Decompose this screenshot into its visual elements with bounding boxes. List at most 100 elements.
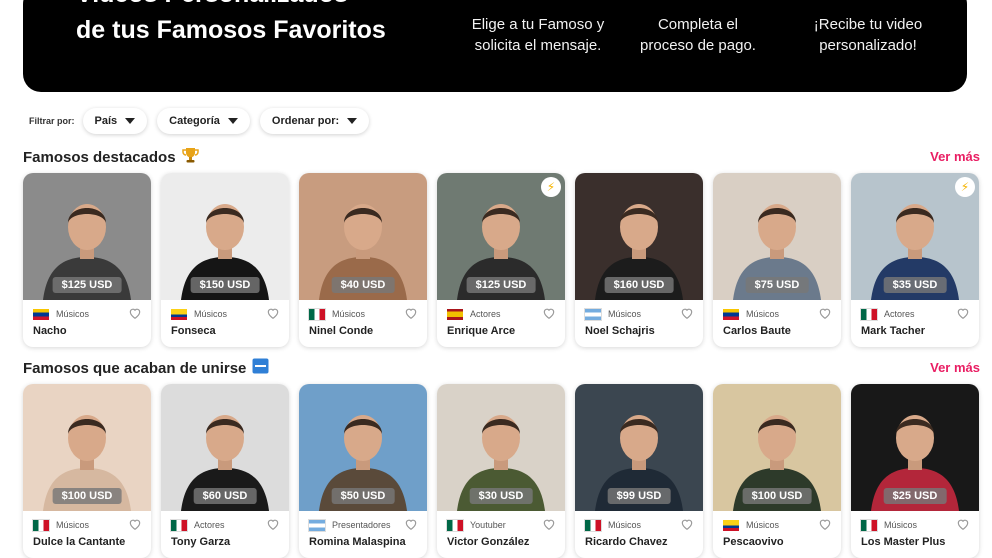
celebrity-name: Ninel Conde [309,325,374,337]
price-badge: $30 USD [469,488,533,504]
hero-step-1: Elige a tu Famoso y solicita el mensaje. [471,16,605,54]
celebrity-name: Dulce la Cantante [33,536,126,548]
celebrity-photo[interactable]: $50 USD [299,384,427,511]
celebrity-photo[interactable]: $40 USD [299,173,427,300]
card-meta: Músicos [723,307,779,321]
sort-dropdown[interactable]: Ordenar por: [259,108,370,134]
new-row: $100 USD Músicos Dulce la Cantante $60 USD A… [23,384,992,558]
featured-row: $125 USD Músicos Nacho $150 USD Músicos Fonse… [23,173,992,347]
celebrity-card[interactable]: $125 USD ⚡ Actores Enrique Arce [437,173,565,347]
see-more-featured-link[interactable]: Ver más [930,149,980,164]
celebrity-card[interactable]: $25 USD Músicos Los Master Plus [851,384,979,558]
celebrity-name: Carlos Baute [723,325,791,337]
celebrity-photo[interactable]: $35 USD ⚡ [851,173,979,300]
see-more-new-link[interactable]: Ver más [930,360,980,375]
card-meta: Músicos [33,307,89,321]
price-badge: $60 USD [193,488,257,504]
celebrity-card[interactable]: $100 USD Músicos Dulce la Cantante [23,384,151,558]
heart-icon[interactable] [404,517,418,531]
heart-icon[interactable] [956,517,970,531]
celebrity-photo[interactable]: $125 USD ⚡ [437,173,565,300]
section-title: Famosos destacados [23,147,199,167]
country-flag-icon [446,518,464,532]
celebrity-photo[interactable]: $100 USD [713,384,841,511]
country-flag-icon [860,518,878,532]
filter-label: Filtrar por: [29,116,75,126]
price-badge: $160 USD [604,277,674,293]
celebrity-card[interactable]: $60 USD Actores Tony Garza [161,384,289,558]
heart-icon[interactable] [542,306,556,320]
country-flag-icon [308,307,326,321]
celebrity-card[interactable]: $30 USD Youtuber Victor González [437,384,565,558]
card-meta: Músicos [32,518,89,532]
section-title: Famosos que acaban de unirse [23,358,269,378]
card-meta: Actores [860,307,915,321]
price-badge: $40 USD [331,277,395,293]
lightning-icon: ⚡ [955,177,975,197]
celebrity-name: Romina Malaspina [309,536,406,548]
celebrity-photo[interactable]: $150 USD [161,173,289,300]
heart-icon[interactable] [956,306,970,320]
celebrity-card[interactable]: $50 USD Presentadores Romina Malaspina [299,384,427,558]
celebrity-name: Victor González [447,536,530,548]
heart-icon[interactable] [404,306,418,320]
category-label: Músicos [194,309,228,319]
category-label: Músicos [884,520,918,530]
celebrity-card[interactable]: $40 USD Músicos Ninel Conde [299,173,427,347]
celebrity-photo[interactable]: $75 USD [713,173,841,300]
category-label: Presentadores [332,520,391,530]
category-label: Músicos [608,520,642,530]
card-meta: Músicos [308,307,366,321]
heart-icon[interactable] [818,306,832,320]
celebrity-photo[interactable]: $100 USD [23,384,151,511]
heart-icon[interactable] [680,517,694,531]
celebrity-photo[interactable]: $125 USD [23,173,151,300]
country-flag-icon [860,307,878,321]
price-badge: $35 USD [883,277,947,293]
card-meta: Músicos [860,518,918,532]
celebrity-name: Pescaovivo [723,536,784,548]
celebrity-photo[interactable]: $25 USD [851,384,979,511]
celebrity-name: Enrique Arce [447,325,516,337]
hero-step-3: ¡Recibe tu video personalizado! [813,16,923,54]
celebrity-photo[interactable]: $30 USD [437,384,565,511]
celebrity-name: Nacho [33,325,67,337]
celebrity-card[interactable]: $75 USD Músicos Carlos Baute [713,173,841,347]
country-flag-icon [33,308,49,320]
celebrity-card[interactable]: $99 USD Músicos Ricardo Chavez [575,384,703,558]
price-badge: $100 USD [742,488,812,504]
celebrity-card[interactable]: $125 USD Músicos Nacho [23,173,151,347]
heart-icon[interactable] [266,306,280,320]
category-label: Youtuber [470,520,506,530]
heart-icon[interactable] [680,306,694,320]
price-badge: $75 USD [745,277,809,293]
heart-icon[interactable] [818,517,832,531]
heart-icon[interactable] [128,517,142,531]
card-meta: Actores [170,518,225,532]
category-label: Músicos [746,309,780,319]
country-flag-icon [584,518,602,532]
card-meta: Youtuber [446,518,506,532]
celebrity-photo[interactable]: $99 USD [575,384,703,511]
category-label: Actores [470,309,501,319]
card-meta: Músicos [584,307,642,321]
trophy-icon [181,147,199,167]
heart-icon[interactable] [128,306,142,320]
celebrity-card[interactable]: $100 USD Músicos Pescaovivo [713,384,841,558]
heart-icon[interactable] [266,517,280,531]
heart-icon[interactable] [542,517,556,531]
celebrity-photo[interactable]: $60 USD [161,384,289,511]
card-meta: Músicos [171,307,227,321]
price-badge: $25 USD [883,488,947,504]
celebrity-photo[interactable]: $160 USD [575,173,703,300]
filter-category-dropdown[interactable]: Categoría [157,108,250,134]
country-flag-icon [584,307,602,321]
celebrity-card[interactable]: $160 USD Músicos Noel Schajris [575,173,703,347]
hero-step-2: Completa el proceso de pago. [640,16,756,54]
lightning-icon: ⚡ [541,177,561,197]
celebrity-card[interactable]: $35 USD ⚡ Actores Mark Tacher [851,173,979,347]
celebrity-card[interactable]: $150 USD Músicos Fonseca [161,173,289,347]
category-label: Músicos [332,309,366,319]
filter-country-dropdown[interactable]: País [82,108,148,134]
category-label: Músicos [608,309,642,319]
